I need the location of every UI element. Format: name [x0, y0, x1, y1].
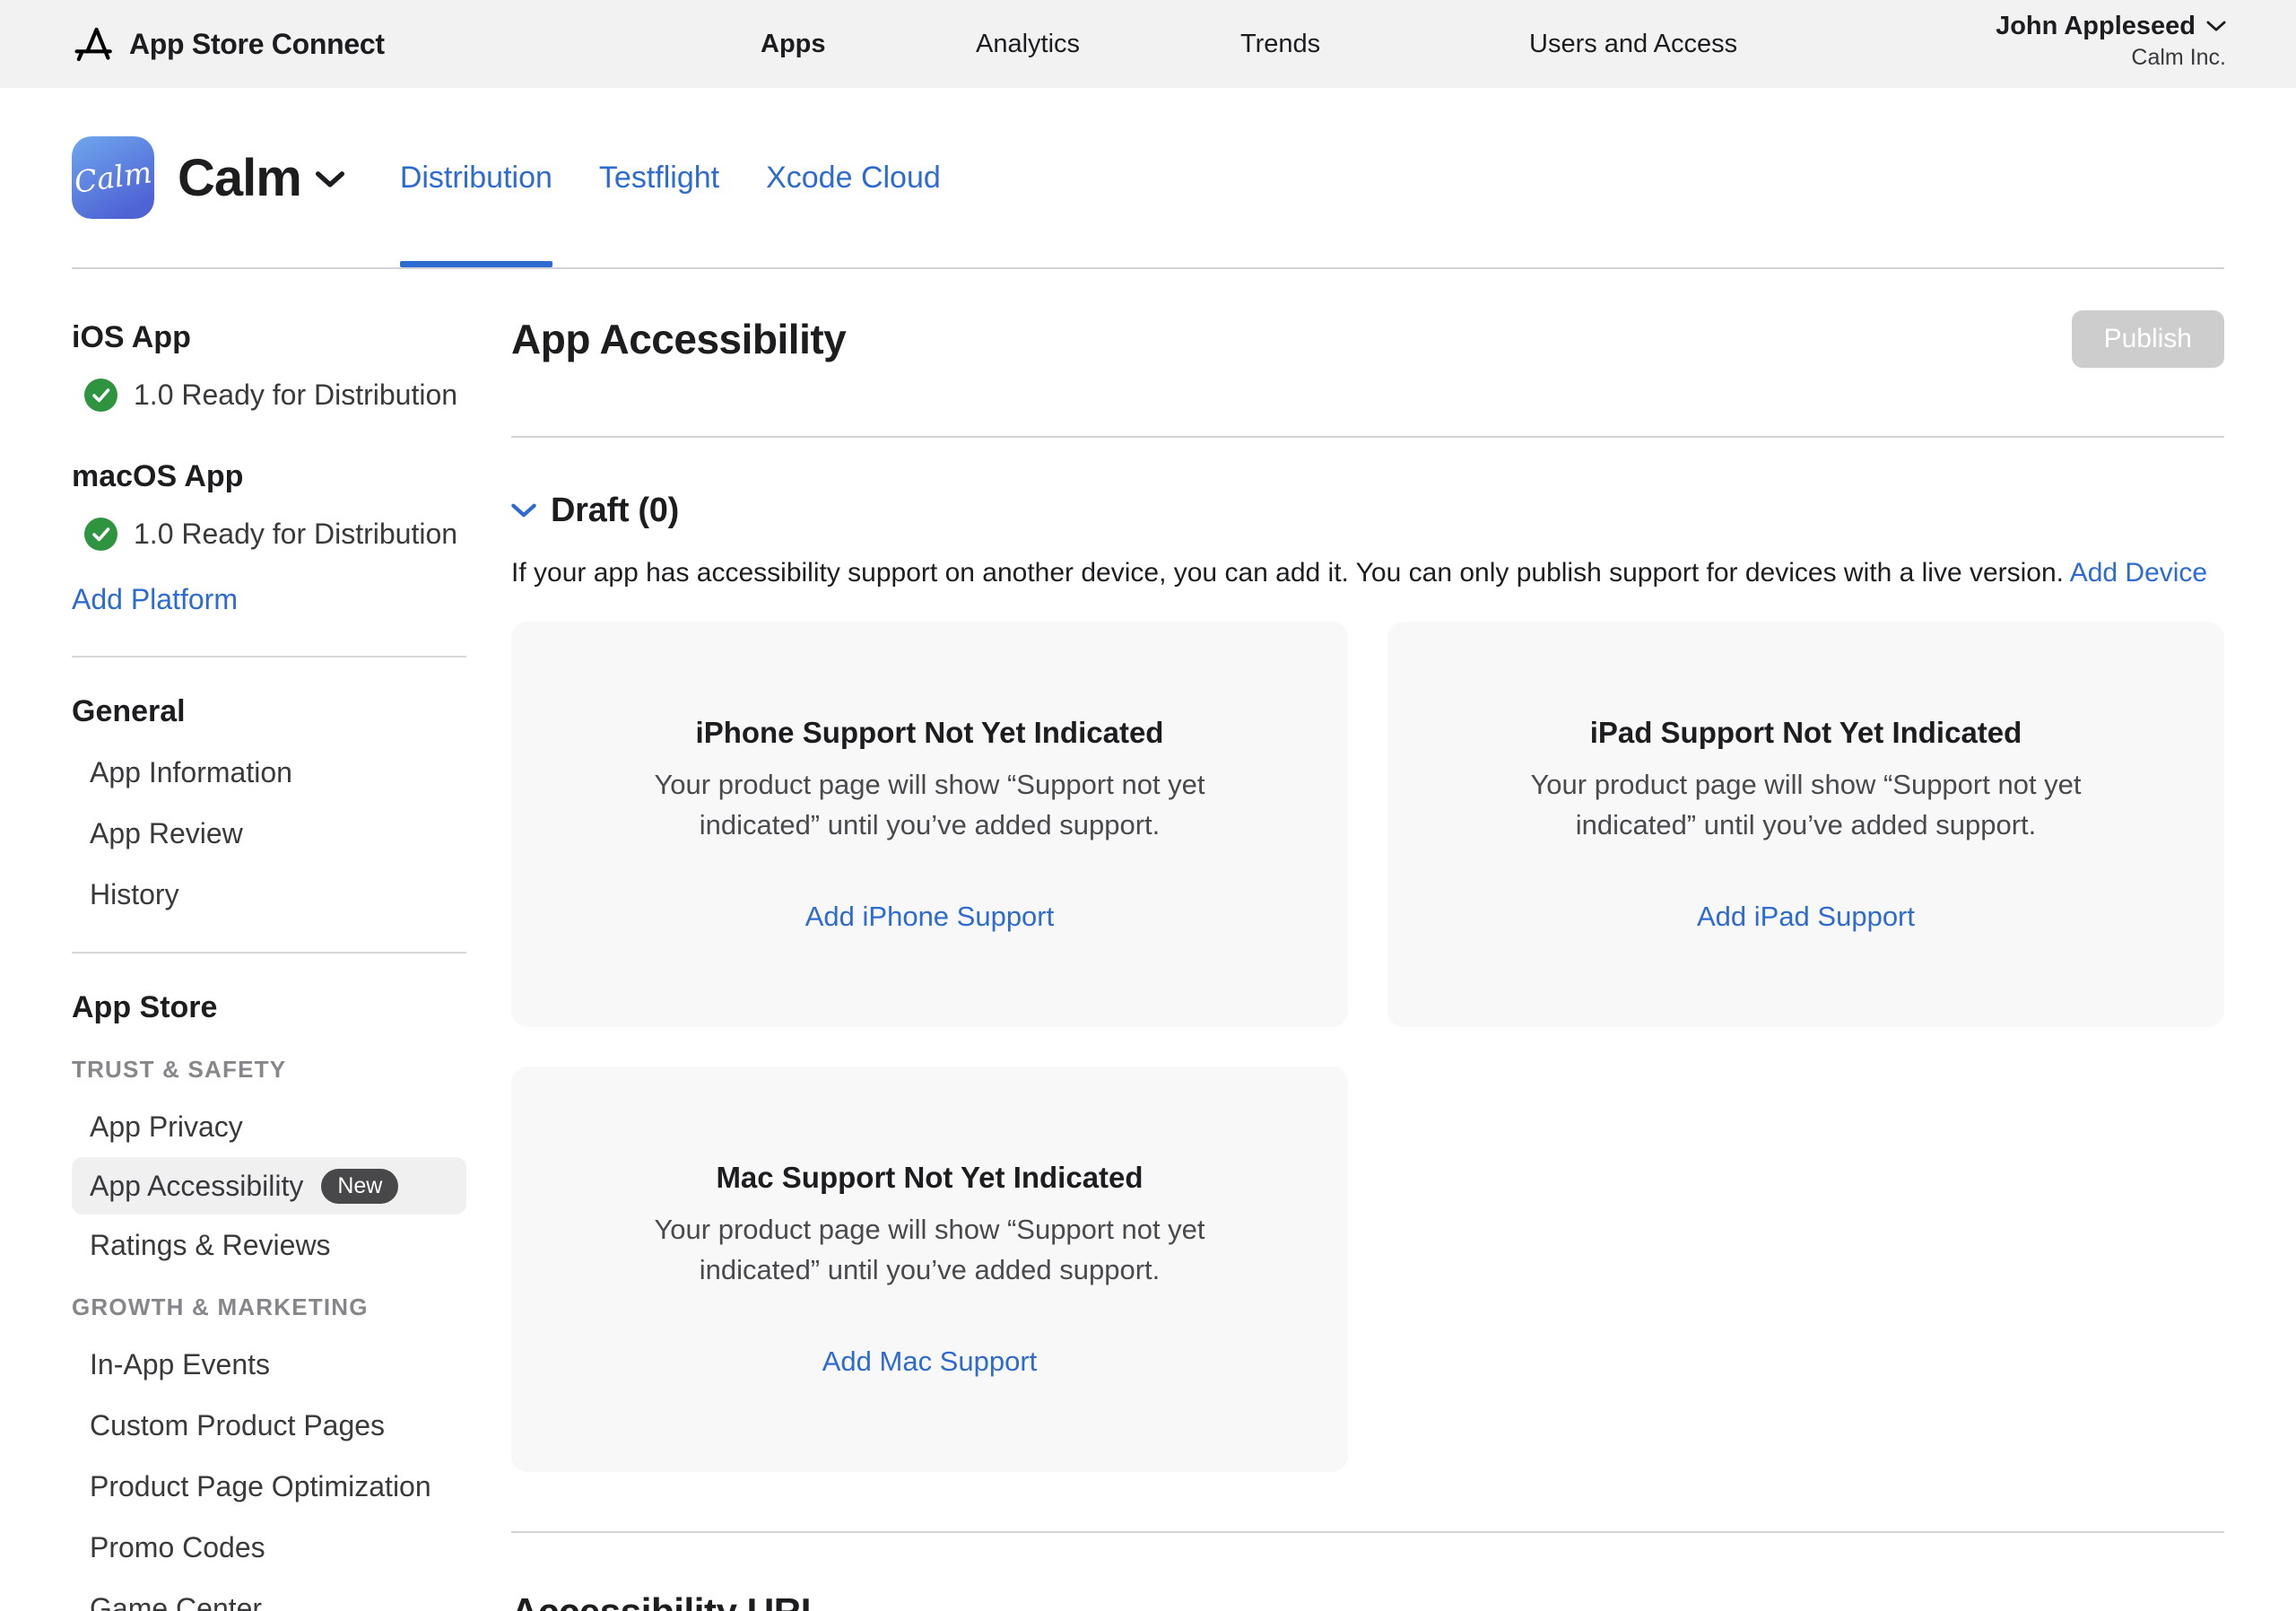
- card-body: Your product page will show “Support not…: [625, 764, 1235, 845]
- sidebar-item-label: App Accessibility: [90, 1168, 303, 1204]
- sidebar-item-promo-codes[interactable]: Promo Codes: [72, 1529, 466, 1565]
- sidebar-item-history[interactable]: History: [72, 876, 466, 912]
- main-divider: [511, 436, 2224, 438]
- sidebar-item-label: App Privacy: [90, 1110, 243, 1143]
- sidebar-item-custom-product-pages[interactable]: Custom Product Pages: [72, 1407, 466, 1443]
- card-ipad-support-not-yet-indicated: iPad Support Not Yet Indicated Your produ…: [1387, 622, 2224, 1027]
- sidebar-item-label: In-App Events: [90, 1348, 270, 1380]
- user-org: Calm Inc.: [1996, 45, 2226, 71]
- nav-trends[interactable]: Trends: [1240, 0, 1320, 88]
- tab-testflight[interactable]: Testflight: [599, 160, 719, 196]
- user-name: John Appleseed: [1996, 12, 2196, 41]
- platform-status-label: 1.0 Ready for Distribution: [134, 518, 457, 551]
- support-cards: iPhone Support Not Yet Indicated Your pro…: [511, 622, 2224, 1472]
- sidebar-platforms: iOS App 1.0 Ready for Distribution macOS A…: [72, 319, 466, 551]
- section-divider: [511, 1531, 2224, 1533]
- app-switcher-chevron-icon[interactable]: [316, 171, 344, 193]
- nav-analytics[interactable]: Analytics: [976, 0, 1080, 88]
- ready-check-icon: [84, 518, 117, 551]
- sidebar-item-in-app-events[interactable]: In-App Events: [72, 1346, 466, 1382]
- app-header: Calm Calm Distribution Testflight Xcode Cl…: [72, 88, 2224, 269]
- sidebar-heading-general: General: [72, 693, 466, 729]
- tab-distribution[interactable]: Distribution: [400, 160, 552, 196]
- draft-description: If your app has accessibility support on…: [511, 555, 2224, 591]
- user-menu: John Appleseed Calm Inc.: [1996, 12, 2226, 71]
- sidebar-general-items: App Information App Review History: [72, 754, 466, 912]
- app-tabs: Distribution Testflight Xcode Cloud: [400, 160, 941, 196]
- card-title: iPhone Support Not Yet Indicated: [696, 716, 1164, 750]
- sidebar-item-label: Game Center: [90, 1592, 262, 1611]
- new-badge: New: [321, 1169, 398, 1204]
- sidebar-item-app-information[interactable]: App Information: [72, 754, 466, 790]
- platform-status-macos-app[interactable]: 1.0 Ready for Distribution: [72, 518, 466, 551]
- platform-status-label: 1.0 Ready for Distribution: [134, 379, 457, 412]
- sidebar-group-label-growth-marketing: GROWTH & MARKETING: [72, 1293, 466, 1321]
- draft-collapse-chevron-icon[interactable]: [511, 503, 536, 518]
- add-mac-support-link[interactable]: Add Mac Support: [822, 1345, 1038, 1378]
- sidebar-group-label-trust-safety: TRUST & SAFETY: [72, 1056, 466, 1084]
- calm-app-icon-art: Calm: [72, 136, 154, 219]
- card-body: Your product page will show “Support not…: [1501, 764, 2111, 845]
- card-title: iPad Support Not Yet Indicated: [1590, 716, 2022, 750]
- platform-heading-ios-app: iOS App: [72, 319, 466, 355]
- nav-apps[interactable]: Apps: [761, 0, 826, 88]
- card-title: Mac Support Not Yet Indicated: [716, 1161, 1143, 1195]
- sidebar-item-label: Ratings & Reviews: [90, 1229, 331, 1261]
- page: App Store Connect AppsAnalyticsTrendsUse…: [0, 0, 2296, 1611]
- chevron-down-icon: [2206, 21, 2226, 32]
- main-content: App Accessibility Publish Draft (0) If y…: [511, 269, 2224, 1611]
- sidebar-item-app-accessibility[interactable]: App Accessibility New: [72, 1157, 466, 1215]
- add-ipad-support-link[interactable]: Add iPad Support: [1697, 901, 1915, 933]
- sidebar: iOS App 1.0 Ready for Distribution macOS A…: [72, 269, 466, 1611]
- accessibility-url-heading: Accessibility URL: [511, 1590, 2224, 1611]
- sidebar-divider: [72, 656, 466, 657]
- add-iphone-support-link[interactable]: Add iPhone Support: [805, 901, 1055, 933]
- calm-app-icon[interactable]: Calm: [72, 136, 154, 219]
- add-platform-link[interactable]: Add Platform: [72, 583, 238, 616]
- tab-xcode-cloud[interactable]: Xcode Cloud: [766, 160, 941, 196]
- publish-button[interactable]: Publish: [2072, 310, 2224, 368]
- sidebar-item-game-center[interactable]: Game Center: [72, 1590, 466, 1611]
- topbar: App Store Connect AppsAnalyticsTrendsUse…: [0, 0, 2296, 88]
- card-iphone-support-not-yet-indicated: iPhone Support Not Yet Indicated Your pro…: [511, 622, 1348, 1027]
- page-title: App Accessibility: [511, 315, 846, 363]
- draft-heading: Draft (0): [551, 492, 679, 530]
- add-device-link[interactable]: Add Device: [2070, 558, 2207, 588]
- user-name-button[interactable]: John Appleseed: [1996, 12, 2226, 41]
- sidebar-item-label: Custom Product Pages: [90, 1409, 385, 1441]
- sidebar-item-app-review[interactable]: App Review: [72, 815, 466, 851]
- draft-description-text: If your app has accessibility support on…: [511, 558, 2064, 588]
- card-body: Your product page will show “Support not…: [625, 1209, 1235, 1290]
- sidebar-heading-app-store: App Store: [72, 989, 466, 1025]
- platform-heading-macos-app: macOS App: [72, 458, 466, 494]
- sidebar-groups: TRUST & SAFETY App Privacy App Accessibili…: [72, 1056, 466, 1611]
- card-mac-support-not-yet-indicated: Mac Support Not Yet Indicated Your produc…: [511, 1067, 1348, 1472]
- nav-users-and-access[interactable]: Users and Access: [1529, 0, 1737, 88]
- platform-status-ios-app[interactable]: 1.0 Ready for Distribution: [72, 379, 466, 412]
- topbar-nav: Apps Analytics Trends Users and Access: [0, 0, 2296, 88]
- sidebar-item-app-privacy[interactable]: App Privacy: [72, 1109, 466, 1145]
- sidebar-item-label: Promo Codes: [90, 1531, 265, 1563]
- sidebar-item-label: Product Page Optimization: [90, 1470, 431, 1502]
- sidebar-item-product-page-optimization[interactable]: Product Page Optimization: [72, 1468, 466, 1504]
- sidebar-divider: [72, 952, 466, 954]
- app-title: Calm: [178, 148, 301, 208]
- ready-check-icon: [84, 379, 117, 412]
- sidebar-item-ratings-reviews[interactable]: Ratings & Reviews: [72, 1227, 466, 1263]
